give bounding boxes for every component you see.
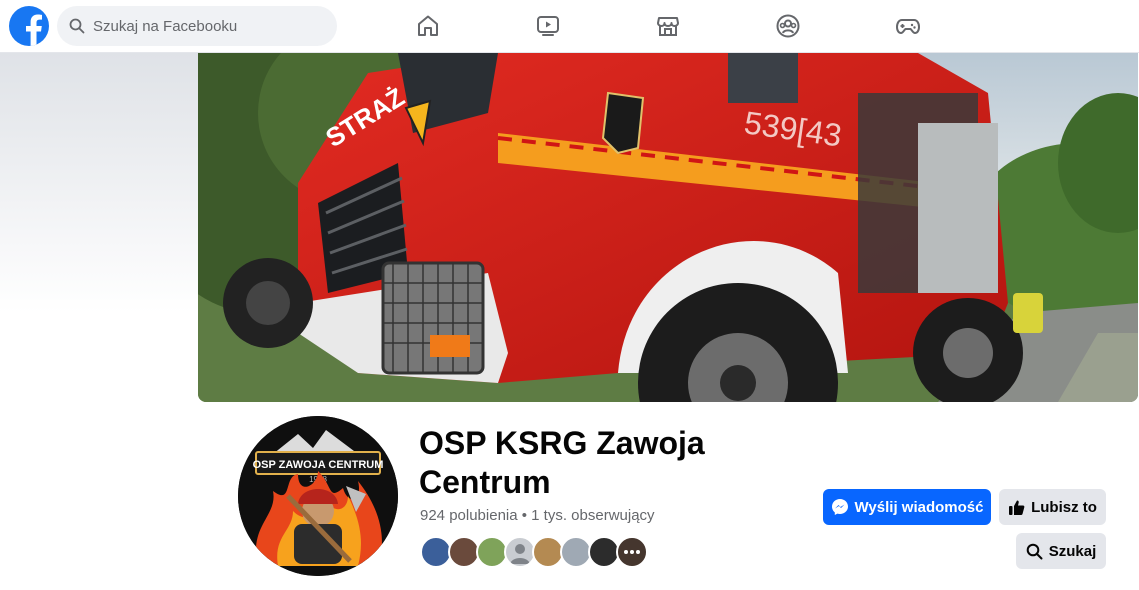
messenger-icon (831, 499, 848, 515)
page-stats[interactable]: 924 polubienia • 1 tys. obserwujący (420, 507, 655, 524)
more-dots-icon (618, 538, 646, 566)
send-message-button[interactable]: Wyślij wiadomość (823, 489, 991, 525)
search-page-button[interactable]: Szukaj (1016, 533, 1106, 569)
background-gradient (0, 53, 198, 313)
facebook-logo-icon[interactable] (9, 6, 49, 46)
send-message-label: Wyślij wiadomość (854, 498, 984, 516)
search-page-label: Szukaj (1048, 542, 1097, 560)
home-icon[interactable] (414, 12, 442, 40)
like-button[interactable]: Lubisz to (999, 489, 1106, 525)
search-input[interactable] (93, 6, 329, 46)
search-box[interactable] (57, 6, 337, 46)
search-icon (1026, 543, 1043, 559)
groups-icon[interactable] (774, 12, 802, 40)
thumbs-up-icon (1009, 500, 1025, 515)
page-title: OSP KSRG Zawoja Centrum (419, 425, 705, 500)
friend-avatar-more[interactable] (616, 536, 648, 568)
avatar-logo-text: OSP ZAWOJA CENTRUM (253, 459, 384, 471)
top-navigation-bar (0, 0, 1139, 53)
like-label: Lubisz to (1031, 498, 1097, 516)
default-user-icon (510, 544, 530, 564)
marketplace-icon[interactable] (654, 12, 682, 40)
cover-photo[interactable]: STRAŻ 539[43 (198, 53, 1138, 402)
search-icon (69, 18, 85, 34)
gaming-icon[interactable] (894, 12, 922, 40)
video-icon[interactable] (534, 12, 562, 40)
profile-avatar[interactable]: OSP ZAWOJA CENTRUM 1918 (234, 412, 402, 580)
fire-department-logo-icon: OSP ZAWOJA CENTRUM 1918 (238, 416, 398, 576)
fire-truck-illustration: STRAŻ 539[43 (198, 53, 1138, 402)
